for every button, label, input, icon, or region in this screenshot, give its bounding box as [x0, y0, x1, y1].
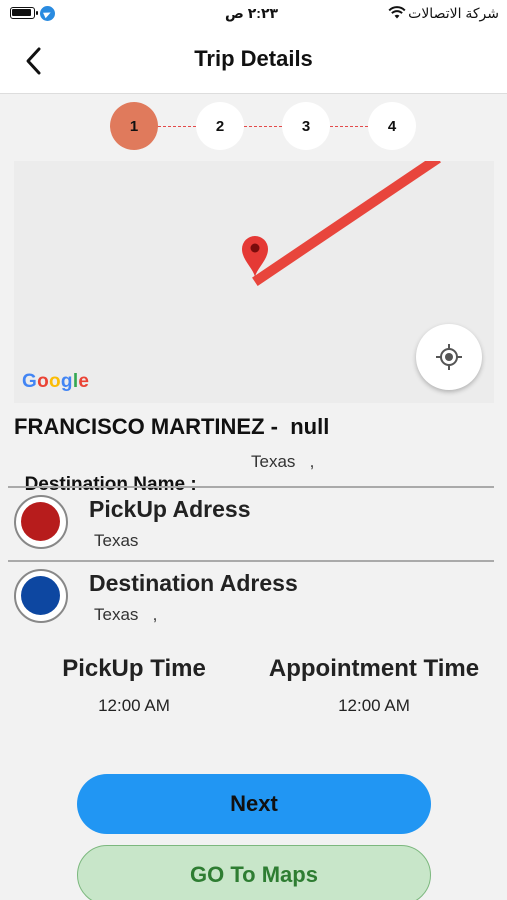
appointment-time-block: Appointment Time 12:00 AM — [260, 655, 488, 716]
pickup-address-block: PickUp Adress Texas — [14, 490, 494, 560]
step-4: 4 — [368, 102, 416, 150]
status-time: ٢:٢٣ ص — [225, 5, 279, 21]
pickup-address-title: PickUp Adress — [89, 496, 251, 522]
my-location-icon — [436, 344, 462, 370]
telegram-icon — [40, 6, 55, 21]
page-title: Trip Details — [194, 46, 313, 71]
appointment-time-value: 12:00 AM — [338, 696, 410, 715]
appointment-time-label: Appointment Time — [268, 655, 480, 682]
pickup-address-value: Texas — [94, 531, 139, 550]
pickup-time-value: 12:00 AM — [98, 696, 170, 715]
divider — [8, 486, 494, 488]
destination-address-value: Texas , — [94, 605, 158, 624]
header: Trip Details — [0, 28, 507, 94]
divider — [8, 560, 494, 562]
next-button[interactable]: Next — [77, 774, 431, 834]
go-to-maps-button[interactable]: GO To Maps — [77, 845, 431, 900]
destination-address-block: Destination Adress Texas , — [14, 564, 494, 634]
pickup-marker-icon — [14, 495, 68, 549]
passenger-name: FRANCISCO MARTINEZ - null — [14, 414, 330, 439]
pickup-time-block: PickUp Time 12:00 AM — [56, 655, 212, 716]
step-connector — [330, 126, 368, 127]
step-3: 3 — [282, 102, 330, 150]
destination-address-title: Destination Adress — [89, 570, 298, 596]
step-1: 1 — [110, 102, 158, 150]
destination-marker-icon — [14, 569, 68, 623]
wifi-icon — [388, 6, 406, 19]
map-view[interactable]: Google — [14, 161, 494, 403]
status-bar: ٢:٢٣ ص شركة الاتصالات — [0, 0, 507, 28]
pickup-time-label: PickUp Time — [62, 655, 206, 682]
step-indicator: 1 2 3 4 — [110, 102, 420, 152]
step-connector — [244, 126, 282, 127]
my-location-button[interactable] — [416, 324, 482, 390]
step-connector — [158, 126, 196, 127]
map-pin-icon — [242, 236, 268, 277]
destination-name-value: Texas , — [251, 452, 315, 471]
step-2: 2 — [196, 102, 244, 150]
carrier-name: شركة الاتصالات — [408, 5, 499, 21]
battery-icon — [10, 7, 38, 19]
google-logo: Google — [22, 371, 90, 392]
